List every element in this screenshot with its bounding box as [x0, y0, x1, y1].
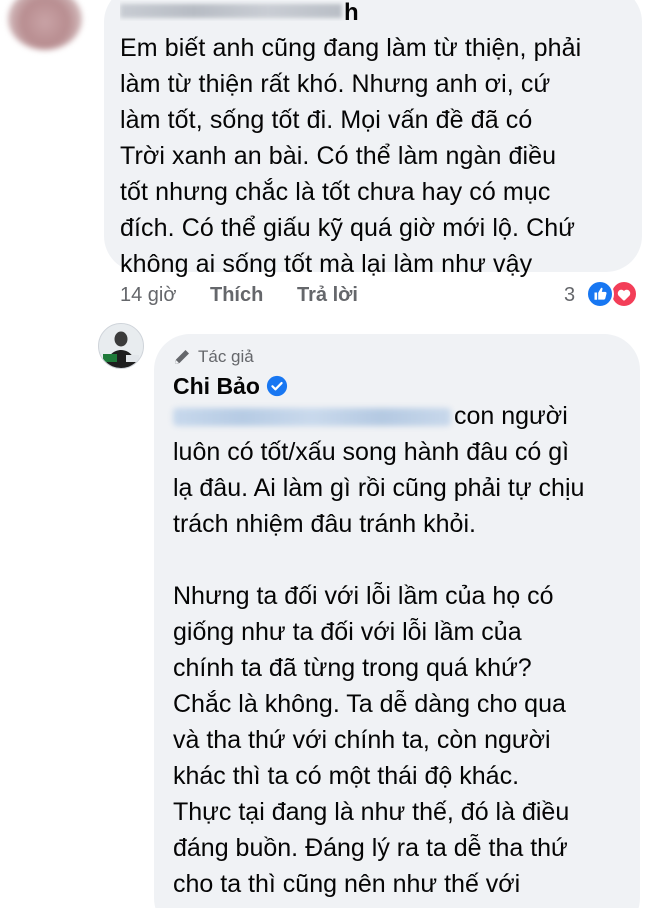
author-name[interactable]: Chi Bảo [173, 371, 288, 401]
pencil-icon [175, 350, 189, 364]
comment-thread: h Em biết anh cũng đang làm từ thiện, ph… [0, 0, 660, 908]
reply-button[interactable]: Trả lời [297, 282, 358, 308]
love-icon [610, 280, 638, 308]
comment-timestamp[interactable]: 14 giờ [120, 282, 176, 308]
like-button[interactable]: Thích [210, 282, 263, 308]
author-badge-label: Tác giả [198, 347, 254, 366]
verified-badge-icon [266, 375, 287, 397]
author-avatar-image [99, 324, 143, 368]
author-name-text: Chi Bảo [173, 373, 260, 399]
like-icon [586, 280, 614, 308]
commenter-name[interactable]: h [120, 1, 359, 21]
redacted-name-blur [120, 4, 342, 18]
commenter-avatar[interactable] [8, 0, 82, 50]
author-avatar[interactable] [98, 323, 144, 369]
reply-text-paragraph-2: Nhưng ta đối với lỗi lầm của họ có giống… [173, 582, 570, 908]
reply-text-paragraph-1: con người luôn có tốt/xấu song hành đâu … [173, 402, 585, 538]
reaction-count: 3 [564, 284, 576, 306]
comment-text: Em biết anh cũng đang làm từ thiện, phải… [120, 34, 582, 278]
